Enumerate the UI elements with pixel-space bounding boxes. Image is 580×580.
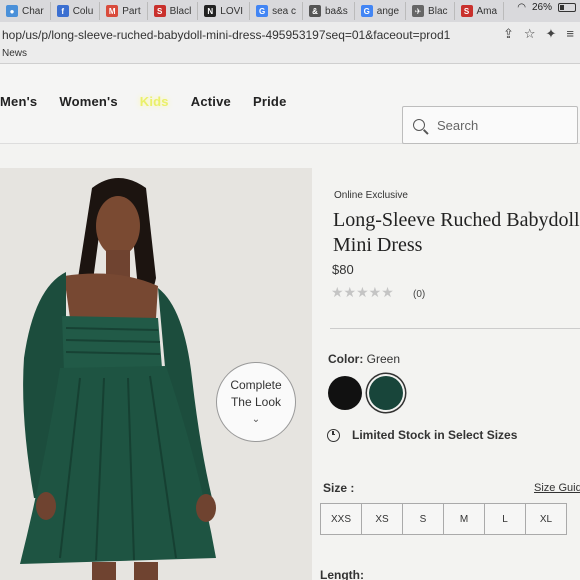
url-text[interactable]: hop/us/p/long-sleeve-ruched-babydoll-min… (2, 28, 450, 42)
share-icon[interactable]: ⇪ (503, 26, 514, 42)
browser-tab[interactable]: ✈ Blac (406, 2, 455, 20)
nav-mens[interactable]: Men's (0, 94, 37, 109)
color-label-key: Color: (328, 352, 364, 366)
reading-list-icon[interactable]: ≡ (566, 26, 574, 42)
bookmark-star-icon[interactable]: ☆ (524, 26, 536, 42)
battery-icon (558, 3, 576, 12)
nav-active[interactable]: Active (191, 94, 231, 109)
search-icon (413, 119, 425, 131)
browser-tab-label: ange (376, 5, 400, 17)
browser-tab-label: sea c (272, 5, 296, 17)
browser-tab[interactable]: N LOVI (198, 2, 251, 20)
browser-tab[interactable]: Gsea c (250, 2, 303, 20)
extensions-icon[interactable]: ✦ (546, 26, 557, 42)
stock-text: Limited Stock in Select Sizes (352, 428, 518, 442)
nav-pride[interactable]: Pride (253, 94, 287, 109)
swatch-black[interactable] (328, 376, 362, 410)
divider (330, 328, 580, 329)
color-value: Green (366, 352, 401, 366)
complete-the-look-line1: Complete (230, 378, 282, 393)
color-label: Color: Green (328, 352, 400, 366)
wifi-icon: ◠ (517, 2, 526, 13)
search-placeholder: Search (437, 117, 479, 133)
nav-kids[interactable]: Kids (140, 94, 169, 109)
browser-tab[interactable]: M Part (100, 2, 148, 20)
browser-tab[interactable]: ● Char (0, 2, 51, 20)
product-title: Long-Sleeve Ruched Babydoll Mini Dress (333, 209, 580, 256)
browser-tab[interactable]: Gange (355, 2, 407, 20)
size-label: Size : (323, 481, 355, 495)
size-selector: XXS XS S M L XL (320, 503, 567, 535)
chevron-down-icon: ⌄ (251, 413, 261, 425)
nav-womens[interactable]: Women's (59, 94, 117, 109)
browser-tab-bar: ● Char f Colu M Part S Blacl N LOVI Gsea c & ba&s Gan… (0, 0, 580, 22)
chrome-icon: ● (6, 5, 18, 17)
review-count[interactable]: (0) (413, 289, 425, 300)
browser-tab-label: ba&s (325, 5, 348, 17)
address-bar-actions: ⇪ ☆ ✦ ≡ (503, 26, 574, 42)
size-option-xs[interactable]: XS (361, 503, 403, 535)
google-icon: G (360, 5, 373, 17)
browser-tab-label: Colu (72, 5, 94, 17)
google-icon: G (256, 5, 269, 17)
rating-stars[interactable]: ★★★★★ (331, 284, 394, 301)
main-nav: Men's Women's Kids Active Pride (0, 94, 309, 109)
browser-tab-label: LOVI (220, 5, 244, 17)
complete-the-look-button[interactable]: Complete The Look ⌄ (216, 362, 296, 442)
bookmark-news[interactable]: News (2, 48, 27, 59)
site-s-icon: S (460, 5, 473, 17)
size-guide-link[interactable]: Size Guide (534, 482, 580, 494)
online-exclusive-badge: Online Exclusive (334, 190, 408, 201)
length-label: Length: (320, 568, 364, 580)
browser-tab-label: Part (122, 5, 141, 17)
swatch-green[interactable] (369, 376, 403, 410)
size-option-s[interactable]: S (402, 503, 444, 535)
facebook-icon: f (56, 5, 69, 17)
search-input[interactable]: Search (402, 106, 578, 144)
size-option-l[interactable]: L (484, 503, 526, 535)
clock-icon (327, 428, 340, 442)
size-option-m[interactable]: M (443, 503, 485, 535)
nyt-icon: N (204, 5, 217, 17)
product-image[interactable]: Complete The Look ⌄ (0, 168, 312, 580)
address-bar[interactable]: hop/us/p/long-sleeve-ruched-babydoll-min… (0, 22, 580, 48)
gmail-icon: M (106, 5, 119, 17)
complete-the-look-line2: The Look (230, 395, 282, 409)
stock-notice: Limited Stock in Select Sizes (327, 428, 517, 442)
browser-tab[interactable]: S Blacl (148, 2, 199, 20)
battery-percent: 26% (531, 2, 552, 13)
size-option-xl[interactable]: XL (525, 503, 567, 535)
size-option-xxs[interactable]: XXS (320, 503, 362, 535)
browser-tab[interactable]: S Ama (455, 2, 505, 20)
browser-tab-label: Blacl (169, 5, 192, 17)
browser-tab-label: Blac (428, 5, 448, 17)
browser-tab-label: Char (22, 5, 44, 17)
product-price: $80 (332, 262, 354, 277)
browser-tab-label: Ama (476, 5, 498, 17)
site-s-icon: S (153, 5, 166, 17)
site-header: Men's Women's Kids Active Pride Search (0, 64, 580, 144)
browser-tab[interactable]: f Colu (51, 2, 101, 20)
ampersand-icon: & (309, 5, 321, 17)
system-tray: ◠ 26% (517, 2, 576, 13)
browser-tab[interactable]: & ba&s (303, 2, 355, 20)
plane-icon: ✈ (412, 5, 425, 17)
bookmarks-bar: News (0, 48, 580, 64)
